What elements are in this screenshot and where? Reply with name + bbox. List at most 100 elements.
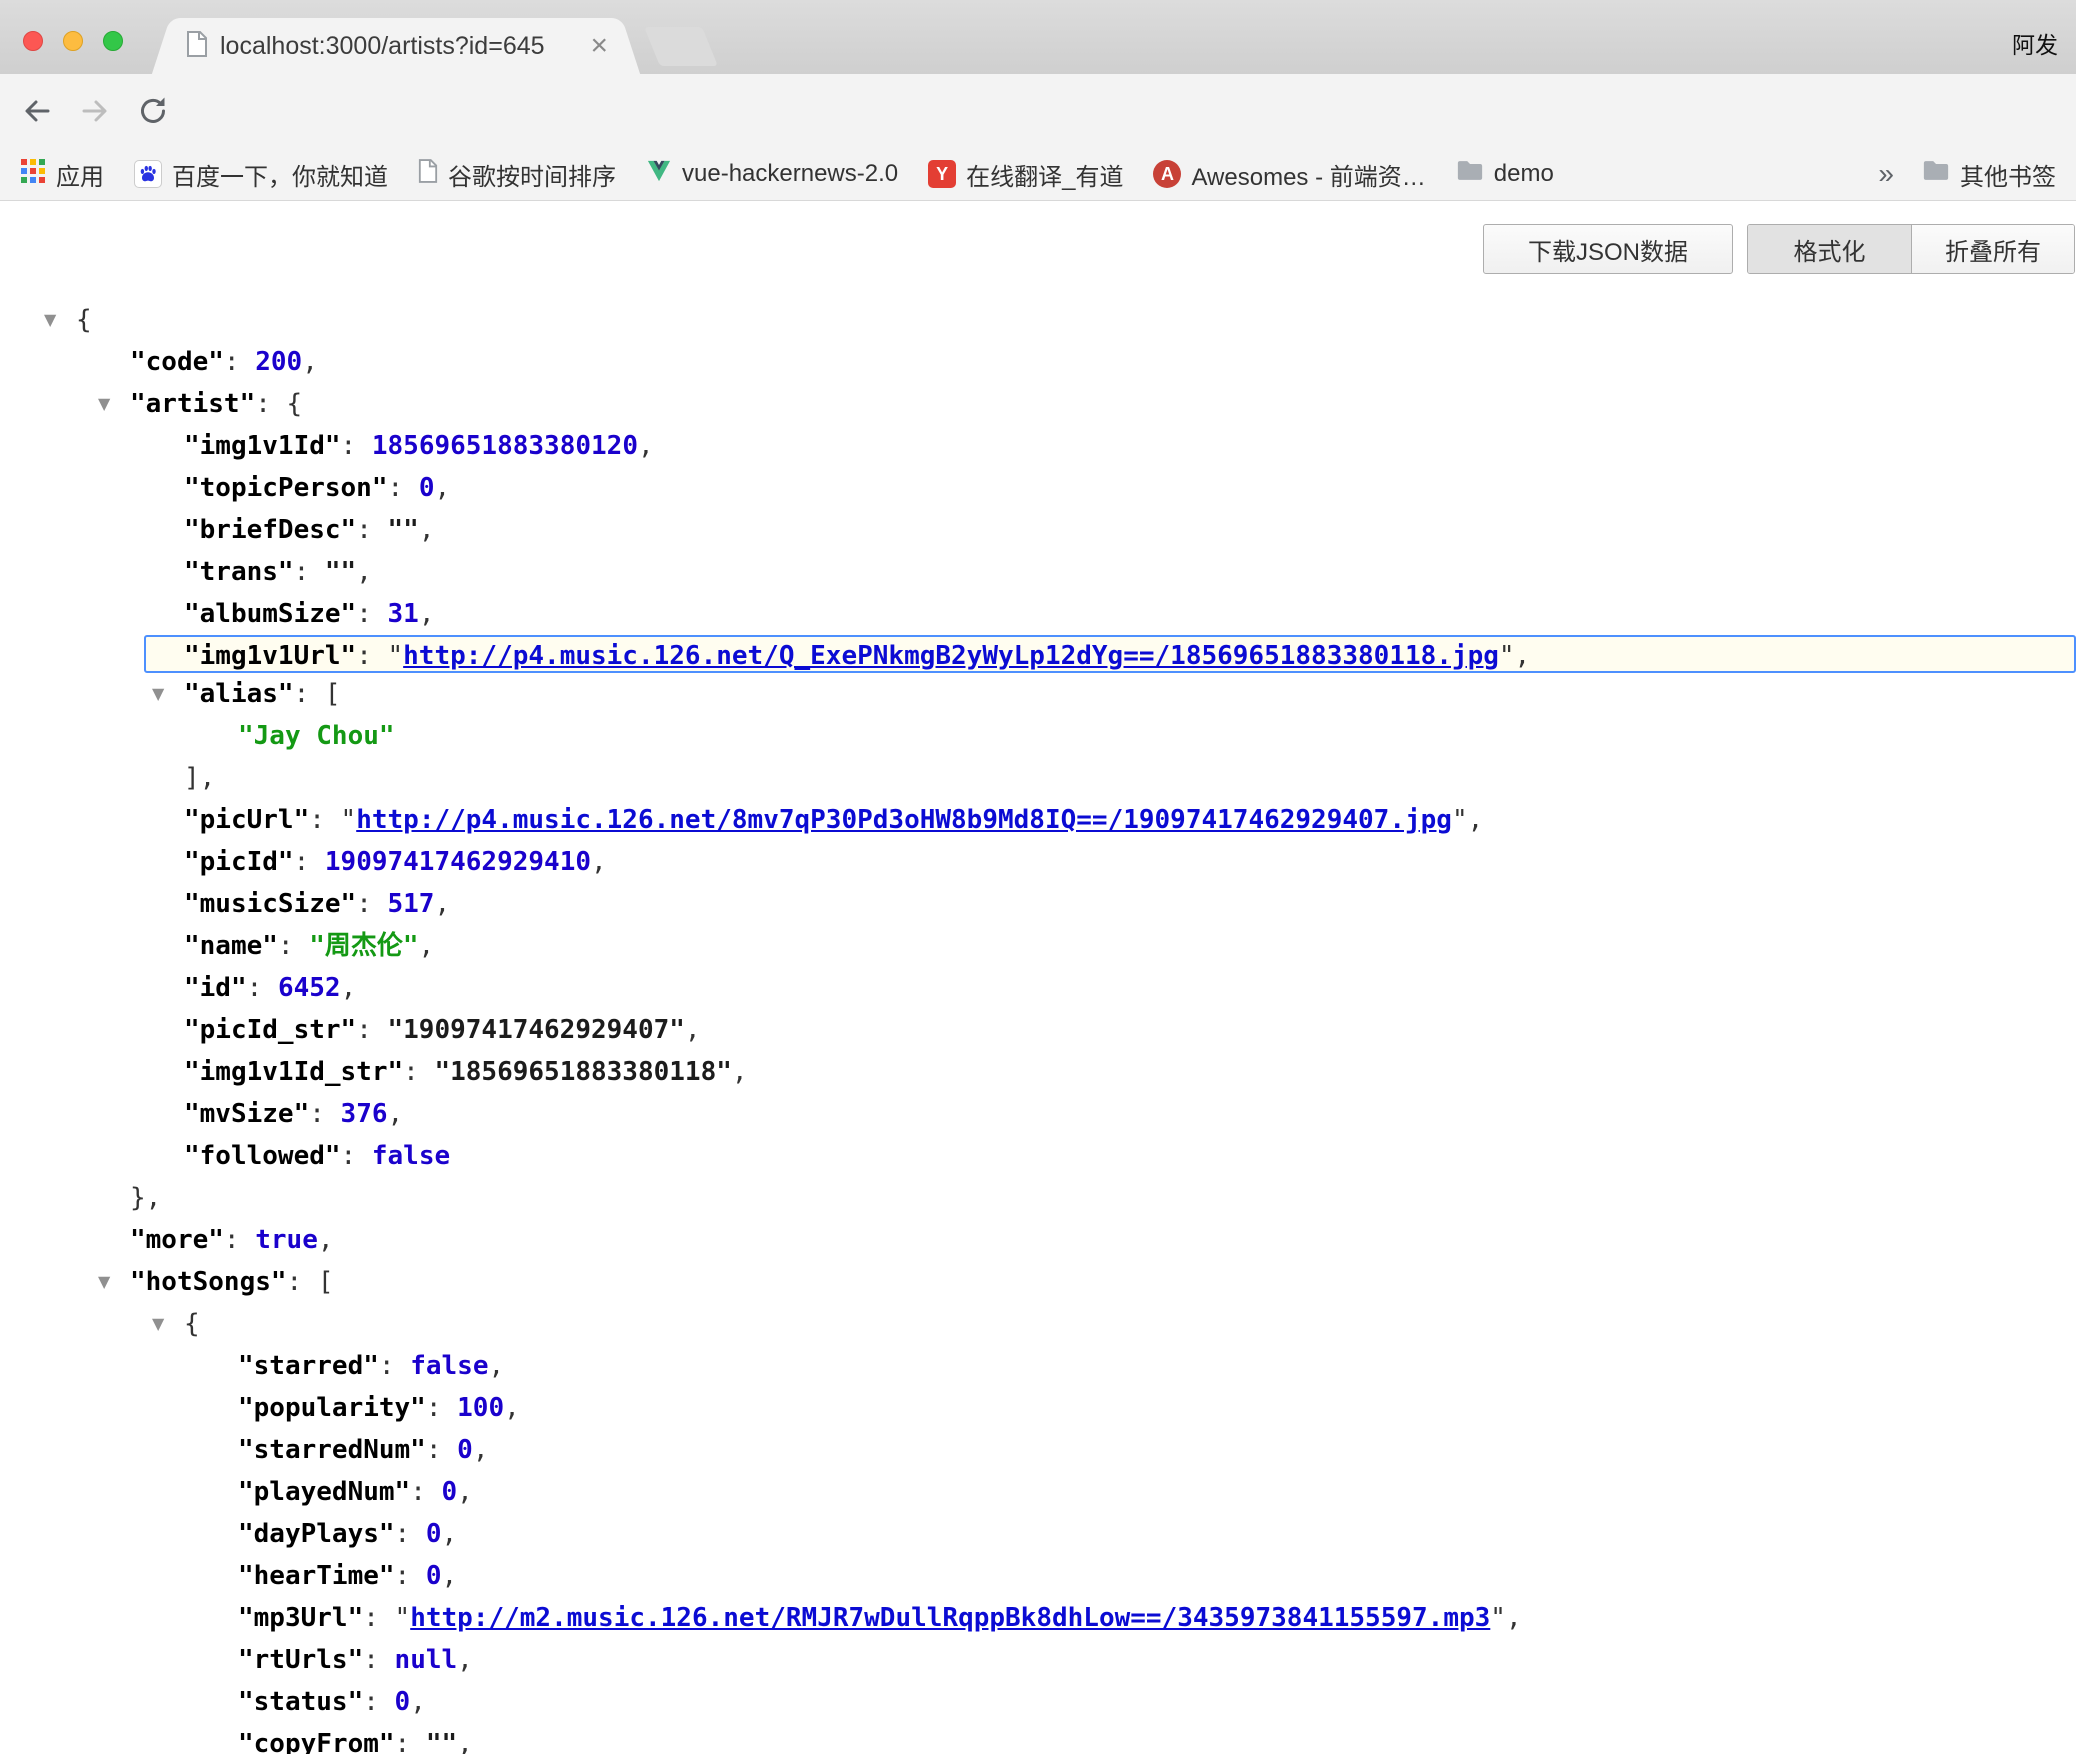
json-line: "hearTime": 0, [0,1555,2076,1597]
bookmark-item-google-sort[interactable]: 谷歌按时间排序 [418,157,616,192]
bookmark-item-baidu[interactable]: 百度一下，你就知道 [134,157,388,192]
page-icon [418,159,438,190]
collapse-caret-icon[interactable]: ▼ [152,673,164,715]
bookmark-item-apps[interactable]: 应用 [20,157,104,192]
bookmark-label: 百度一下，你就知道 [172,157,388,192]
json-key: "status" [238,1687,363,1717]
json-key: "img1v1Id" [184,431,341,461]
collapse-caret-icon[interactable]: ▼ [98,1261,110,1303]
traffic-lights [23,31,123,51]
bookmark-label: Awesomes - 前端资… [1191,157,1425,192]
bookmark-item-demo[interactable]: demo [1456,159,1554,189]
json-line: ▼{ [0,1303,2076,1345]
json-key: "albumSize" [184,599,356,629]
json-line: "id": 6452, [0,967,2076,1009]
json-url-link[interactable]: http://p4.music.126.net/Q_ExePNkmgB2yWyL… [403,641,1499,671]
collapse-all-button[interactable]: 折叠所有 [1912,225,2074,273]
json-line: "code": 200, [0,341,2076,383]
other-bookmarks-folder[interactable]: 其他书签 [1922,157,2056,192]
folder-icon [1922,159,1950,189]
json-line: ], [0,757,2076,799]
json-line: "musicSize": 517, [0,883,2076,925]
bookmark-label: vue-hackernews-2.0 [682,160,898,188]
close-window-button[interactable] [23,31,43,51]
json-line: "Jay Chou" [0,715,2076,757]
json-line: "mvSize": 376, [0,1093,2076,1135]
download-json-button[interactable]: 下载JSON数据 [1483,224,1733,274]
browser-tab[interactable]: localhost:3000/artists?id=645 × [176,18,616,74]
json-line: "trans": "", [0,551,2076,593]
bookmark-item-youdao[interactable]: Y 在线翻译_有道 [928,157,1123,192]
json-line: "more": true, [0,1219,2076,1261]
format-button[interactable]: 格式化 [1748,225,1912,273]
json-key: "img1v1Url" [184,641,356,671]
json-key: "rtUrls" [238,1645,363,1675]
baidu-icon [134,160,162,188]
reload-button[interactable] [136,94,170,128]
json-line: "name": "周杰伦", [0,925,2076,967]
json-line: ▼{ [0,299,2076,341]
tab-title: localhost:3000/artists?id=645 [220,32,584,61]
back-button[interactable] [20,94,54,128]
json-line: "briefDesc": "", [0,509,2076,551]
collapse-caret-icon[interactable]: ▼ [44,299,56,341]
view-mode-button-group: 格式化 折叠所有 [1747,224,2075,274]
json-key: "playedNum" [238,1477,410,1507]
bookmark-label: 在线翻译_有道 [966,157,1123,192]
json-line: }, [0,1177,2076,1219]
json-key: "artist" [130,389,255,419]
collapse-caret-icon[interactable]: ▼ [152,1303,164,1345]
json-key: "more" [130,1225,224,1255]
json-key: "copyFrom" [238,1729,395,1754]
navigation-toolbar: localhost:3000/artists?id=6452 V en FE [0,74,2076,148]
json-url-link[interactable]: http://m2.music.126.net/RMJR7wDullRqppBk… [410,1603,1490,1633]
json-line: "picId_str": "19097417462929407", [0,1009,2076,1051]
json-line: ▼"artist": { [0,383,2076,425]
other-bookmarks-label: 其他书签 [1960,157,2056,192]
json-viewer: ▼{"code": 200,▼"artist": {"img1v1Id": 18… [0,299,2076,1754]
json-line: "mp3Url": "http://m2.music.126.net/RMJR7… [0,1597,2076,1639]
json-key: "name" [184,931,278,961]
new-tab-button[interactable] [644,27,718,66]
apps-grid-icon [20,158,46,191]
json-line: "img1v1Id": 18569651883380120, [0,425,2076,467]
tab-close-icon[interactable]: × [590,31,608,61]
json-line: "picUrl": "http://p4.music.126.net/8mv7q… [0,799,2076,841]
json-line: "playedNum": 0, [0,1471,2076,1513]
json-key: "picId" [184,847,294,877]
json-line: "starred": false, [0,1345,2076,1387]
json-key: "topicPerson" [184,473,388,503]
bookmark-label: demo [1494,160,1554,188]
json-line: "followed": false [0,1135,2076,1177]
json-line: "starredNum": 0, [0,1429,2076,1471]
json-url-link[interactable]: http://p4.music.126.net/8mv7qP30Pd3oHW8b… [356,805,1452,835]
bookmark-item-awesomes[interactable]: A Awesomes - 前端资… [1153,157,1425,192]
tab-strip: localhost:3000/artists?id=645 × 阿发 [0,0,2076,74]
bookmark-label: 应用 [56,157,104,192]
collapse-caret-icon[interactable]: ▼ [98,383,110,425]
json-key: "picId_str" [184,1015,356,1045]
profile-name[interactable]: 阿发 [2012,26,2058,60]
zoom-window-button[interactable] [103,31,123,51]
json-key: "briefDesc" [184,515,356,545]
json-key: "musicSize" [184,889,356,919]
bookmarks-overflow-chevron[interactable]: » [1878,158,1894,190]
json-key: "picUrl" [184,805,309,835]
json-key: "id" [184,973,247,1003]
awesomes-icon: A [1153,160,1181,188]
forward-button[interactable] [78,94,112,128]
json-key: "popularity" [238,1393,426,1423]
folder-icon [1456,159,1484,189]
minimize-window-button[interactable] [63,31,83,51]
json-key: "hearTime" [238,1561,395,1591]
json-key: "code" [130,347,224,377]
json-line: "img1v1Id_str": "18569651883380118", [0,1051,2076,1093]
json-line: "dayPlays": 0, [0,1513,2076,1555]
bookmark-item-vue-hackernews[interactable]: vue-hackernews-2.0 [646,159,898,190]
json-line: "picId": 19097417462929410, [0,841,2076,883]
json-key: "mp3Url" [238,1603,363,1633]
json-line: "rtUrls": null, [0,1639,2076,1681]
json-key: "alias" [184,679,294,709]
json-line: "status": 0, [0,1681,2076,1723]
page-favicon-icon [186,31,208,62]
